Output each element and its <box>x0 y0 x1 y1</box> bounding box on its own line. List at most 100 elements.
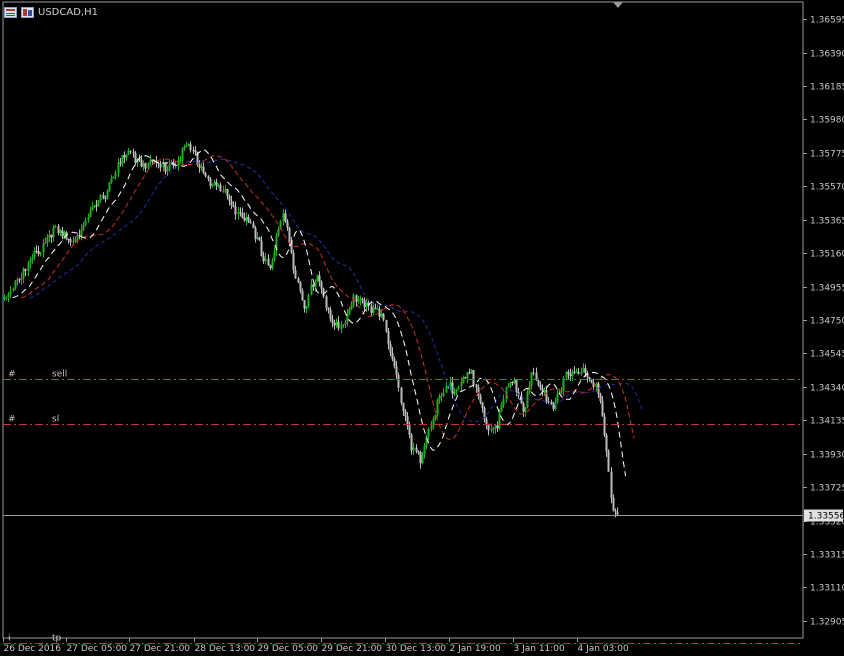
candle-body <box>14 280 17 289</box>
candle-body <box>496 425 499 429</box>
price-chart[interactable]: 1.36595 1.36390 1.36185 1.35980 1.35775 1.355… <box>0 0 844 656</box>
candle-body <box>219 185 222 192</box>
candle-body <box>247 216 250 222</box>
candle-body <box>475 384 478 388</box>
candle-body <box>445 386 448 393</box>
candle-body <box>607 451 610 472</box>
candle-body <box>213 182 216 185</box>
candle-body <box>410 434 413 451</box>
candle-body <box>114 173 117 177</box>
candle-body <box>597 383 600 395</box>
candle-body <box>127 150 130 155</box>
candle-body <box>264 258 267 262</box>
candle-body <box>325 296 328 308</box>
candle-body <box>539 384 542 389</box>
candle-body <box>29 259 32 264</box>
candle-body <box>194 150 197 152</box>
candle-body <box>9 291 12 295</box>
candle-body <box>46 237 49 243</box>
x-tick-label: 29 Dec 21:00 <box>322 644 383 654</box>
candle-body <box>237 212 240 215</box>
candle-body <box>16 279 19 281</box>
candle-body <box>117 162 120 174</box>
candle-body <box>310 284 313 295</box>
candle-body <box>440 395 443 397</box>
candle-body <box>374 307 377 309</box>
y-tick-label: 1.33315 <box>810 551 844 561</box>
candle-body <box>376 308 379 310</box>
candle-body <box>528 385 531 392</box>
candle-body <box>125 154 128 158</box>
candle-body <box>436 399 439 415</box>
shift-marker-icon[interactable] <box>613 2 623 8</box>
candle-body <box>230 200 233 206</box>
candle-body <box>382 313 385 320</box>
candle-body <box>277 229 280 236</box>
candle-body <box>262 255 265 262</box>
candle-body <box>430 425 433 430</box>
candle-body <box>147 162 150 169</box>
candle-body <box>192 150 195 152</box>
level-label-sl: sl <box>52 415 59 425</box>
candle-body <box>344 322 347 325</box>
candle-body <box>507 386 510 388</box>
candle-body <box>442 392 445 396</box>
candle-body <box>524 407 527 412</box>
candle-body <box>472 370 475 385</box>
y-tick-label: 1.33930 <box>810 451 844 461</box>
candle-body <box>466 372 469 378</box>
candle-body <box>494 425 497 429</box>
candle-body <box>269 265 272 269</box>
candle-body <box>556 393 559 403</box>
candle-body <box>318 275 321 282</box>
candle-body <box>50 234 53 238</box>
candle-body <box>123 155 126 158</box>
candle-body <box>297 278 300 283</box>
candle-body <box>312 284 315 287</box>
y-tick-label: 1.36185 <box>810 83 844 93</box>
candle-body <box>198 164 201 168</box>
candle-body <box>267 258 270 266</box>
candle-body <box>337 321 340 329</box>
candle-body <box>361 299 364 301</box>
candle-body <box>181 148 184 160</box>
y-tick-label: 1.35775 <box>810 150 844 160</box>
candle-body <box>434 414 437 419</box>
candle-body <box>239 212 242 214</box>
chart-bars-icon[interactable] <box>21 6 34 18</box>
candle-body <box>402 402 405 412</box>
candle-body <box>168 164 171 171</box>
chart-table-icon[interactable] <box>4 6 17 18</box>
candle-body <box>397 374 400 388</box>
candle-body <box>372 307 375 313</box>
y-tick-label: 1.33725 <box>810 484 844 494</box>
candle-body <box>567 371 570 375</box>
candle-body <box>522 403 525 412</box>
candle-body <box>432 418 435 426</box>
candle-body <box>87 217 90 221</box>
candle-body <box>554 402 557 409</box>
candle-body <box>162 162 165 168</box>
candle-body <box>470 370 473 374</box>
candle-body <box>258 237 261 241</box>
candle-body <box>348 309 351 314</box>
ma-slow-line <box>29 158 644 423</box>
candle-body <box>395 366 398 375</box>
candle-body <box>449 382 452 387</box>
candle-body <box>307 294 310 307</box>
candle-body <box>385 319 388 332</box>
current-price-label: 1.33556 <box>808 512 844 522</box>
candle-body <box>35 250 38 252</box>
candle-body <box>24 268 27 271</box>
candle-body <box>552 403 555 409</box>
candle-body <box>232 205 235 207</box>
candle-body <box>149 159 152 163</box>
candle-body <box>209 178 212 187</box>
candle-body <box>614 510 617 513</box>
candle-body <box>592 382 595 387</box>
candle-body <box>59 230 62 233</box>
candle-body <box>460 382 463 387</box>
candle-body <box>584 368 587 374</box>
candle-body <box>7 294 10 297</box>
candle-body <box>453 391 456 394</box>
